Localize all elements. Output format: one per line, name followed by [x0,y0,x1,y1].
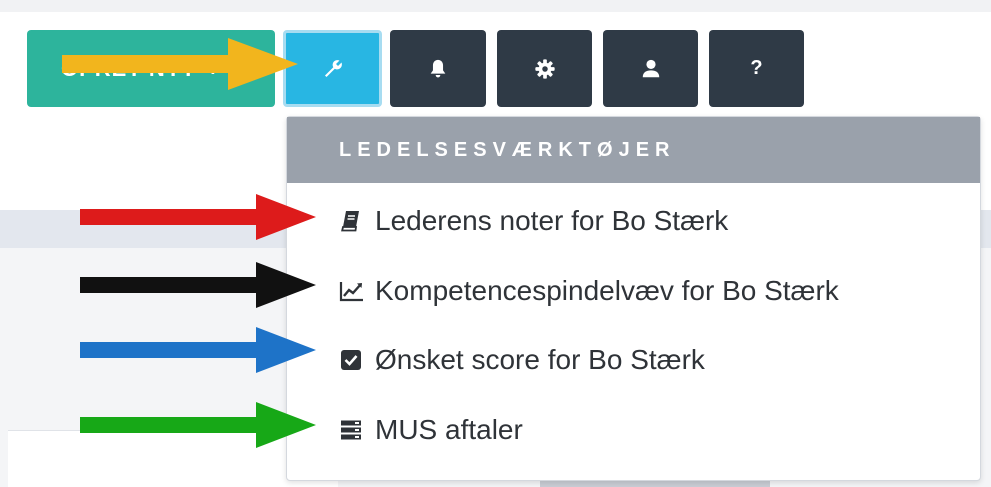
annotation-arrow-black [80,262,316,308]
menu-item-label: Kompetencespindelvæv for Bo Stærk [375,275,839,306]
menu-item-mus-agreements[interactable]: MUS aftaler [339,410,523,450]
menu-item-label: Lederens noter for Bo Stærk [375,205,729,236]
content-card-secondary [540,480,770,487]
menu-item-desired-score[interactable]: Ønsket score for Bo Stærk [339,340,705,380]
user-icon [640,58,662,80]
annotation-arrow-blue [80,327,316,373]
annotation-arrow-yellow [62,38,298,90]
dropdown-header: LEDELSESVÆRKTØJER [287,117,980,183]
settings-button[interactable] [497,30,592,107]
bell-icon [427,58,449,80]
menu-item-competence-web[interactable]: Kompetencespindelvæv for Bo Stærk [339,271,839,311]
wrench-icon [321,57,345,81]
book-icon [339,209,375,233]
profile-button[interactable] [603,30,698,107]
menu-item-label: MUS aftaler [375,414,523,445]
server-icon [339,418,375,442]
annotation-arrow-green [80,402,316,448]
help-icon: ? [750,57,763,79]
menu-item-label: Ønsket score for Bo Stærk [375,344,705,375]
help-button[interactable]: ? [709,30,804,107]
gear-icon [534,58,556,80]
chart-line-icon [339,279,375,303]
annotation-arrow-red [80,194,316,240]
checkbox-icon [339,348,375,372]
menu-item-leader-notes[interactable]: Lederens noter for Bo Stærk [339,201,728,241]
management-tools-dropdown: LEDELSESVÆRKTØJER Lederens noter for Bo … [286,116,981,481]
top-strip [0,0,991,12]
notifications-button[interactable] [390,30,486,107]
